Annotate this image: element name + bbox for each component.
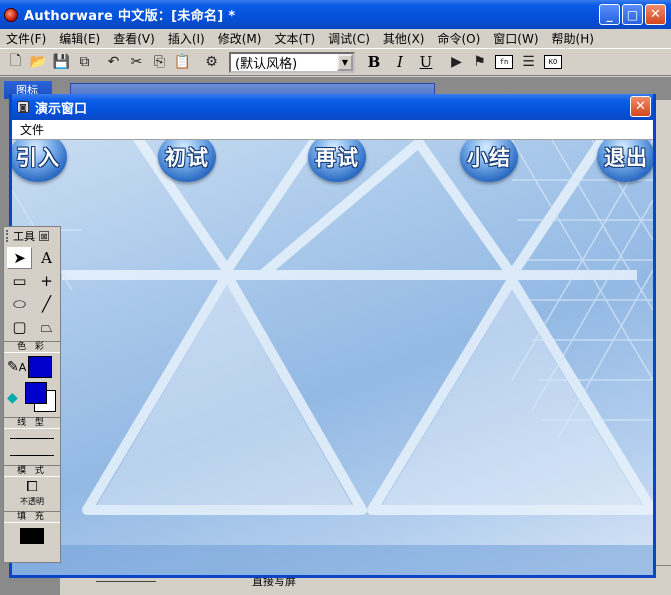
stroke-color-swatch[interactable] — [28, 356, 53, 378]
tools-grid: ➤ A ▭ + ⬭ ╱ ▢ ⏢ — [4, 245, 60, 340]
line-style-section-label: 线 型 — [4, 417, 60, 429]
presentation-menu-file[interactable]: 文件 — [20, 121, 44, 138]
nav-first-try-label: 初试 — [165, 146, 209, 170]
menu-help[interactable]: 帮助(H) — [549, 30, 597, 47]
app-title: Authorware 中文版：[未命名] * — [24, 9, 236, 24]
presentation-stage: 引入 初试 再试 小结 退出 — [12, 140, 653, 575]
presentation-window: ◙ 演示窗口 ✕ 文件 引入 初试 再试 小结 退出 — [9, 94, 656, 578]
background-scrollbar[interactable] — [655, 100, 671, 580]
tools-palette: 工具 ⊠ ➤ A ▭ + ⬭ ╱ ▢ ⏢ 色 彩 ✎ A ◆ 线 型 模 式 ⧠… — [3, 226, 61, 563]
rounded-rectangle-tool-icon[interactable]: ▢ — [7, 316, 32, 338]
cut-icon[interactable]: ✂ — [125, 51, 148, 73]
window-controls: _ □ ✕ — [599, 4, 666, 25]
tools-palette-header[interactable]: 工具 ⊠ — [4, 227, 60, 245]
menu-insert[interactable]: 插入(I) — [165, 30, 208, 47]
nav-summary-label: 小结 — [467, 146, 511, 170]
close-button[interactable]: ✕ — [645, 4, 666, 25]
import-icon[interactable]: ⧉ — [73, 51, 96, 73]
paste-icon[interactable]: 📋 — [171, 51, 194, 73]
variables-icon[interactable]: ☰ — [517, 51, 540, 73]
find-icon[interactable]: ⚙ — [200, 51, 223, 73]
nav-intro-label: 引入 — [16, 146, 60, 170]
control-panel-icon[interactable]: ⚑ — [468, 51, 491, 73]
rectangle-tool-icon[interactable]: ▭ — [7, 270, 32, 292]
divider — [96, 581, 156, 582]
menu-text[interactable]: 文本(T) — [271, 30, 318, 47]
presentation-title-bar[interactable]: ◙ 演示窗口 ✕ — [12, 94, 653, 120]
fill-pattern-swatch[interactable] — [20, 528, 44, 544]
new-file-icon[interactable]: 🗋 — [4, 51, 27, 73]
triangle-background — [12, 140, 653, 575]
undo-icon[interactable]: ↶ — [102, 51, 125, 73]
line-tool-icon[interactable]: ╱ — [34, 293, 59, 315]
crosshair-tool-icon[interactable]: + — [34, 270, 59, 292]
menu-debug[interactable]: 调试(C) — [325, 30, 373, 47]
menu-command[interactable]: 命令(O) — [434, 30, 483, 47]
toolbar: 🗋 📂 💾 ⧉ ↶ ✂ ⎘ 📋 ⚙ (默认风格) ▼ B I U ▶ ⚑ fn … — [0, 48, 671, 76]
text-tool-icon[interactable]: A — [34, 247, 59, 269]
app-title-bar: Authorware 中文版：[未命名] * _ □ ✕ — [0, 0, 671, 29]
menu-modify[interactable]: 修改(M) — [215, 30, 265, 47]
nav-retry-label: 再试 — [315, 146, 359, 170]
menu-view[interactable]: 查看(V) — [110, 30, 158, 47]
minimize-button[interactable]: _ — [599, 4, 620, 25]
copy-icon[interactable]: ⎘ — [148, 51, 171, 73]
italic-button[interactable]: I — [387, 51, 413, 73]
pencil-icon[interactable]: ✎ — [7, 359, 19, 375]
menu-edit[interactable]: 编辑(E) — [56, 30, 103, 47]
mode-section-label: 模 式 — [4, 465, 60, 477]
fill-color-row: ◆ — [4, 380, 60, 416]
knowledge-objects-button[interactable]: KO — [544, 55, 562, 69]
open-file-icon[interactable]: 📂 — [27, 51, 50, 73]
tools-palette-title: 工具 — [13, 230, 35, 243]
maximize-button[interactable]: □ — [622, 4, 643, 25]
opaque-mode-icon: ⧠ — [26, 479, 38, 495]
save-all-icon[interactable]: 💾 — [50, 51, 73, 73]
functions-button[interactable]: fn — [495, 55, 513, 69]
colors-section-label: 色 彩 — [4, 341, 60, 353]
menu-file[interactable]: 文件(F) — [3, 30, 49, 47]
tools-close-icon[interactable]: ⊠ — [39, 231, 49, 241]
presentation-title: 演示窗口 — [35, 101, 88, 117]
window-icon: ◙ — [17, 101, 29, 113]
menubar: 文件(F) 编辑(E) 查看(V) 插入(I) 修改(M) 文本(T) 调试(C… — [0, 29, 671, 48]
text-style-select[interactable]: (默认风格) ▼ — [229, 51, 355, 73]
mode-selector[interactable]: ⧠ 不透明 — [4, 478, 60, 510]
fill-section-label: 填 充 — [4, 511, 60, 523]
mode-value: 不透明 — [20, 497, 44, 506]
menu-window[interactable]: 窗口(W) — [490, 30, 541, 47]
text-style-value: (默认风格) — [235, 56, 298, 72]
presentation-close-button[interactable]: ✕ — [630, 96, 651, 117]
paint-bucket-icon[interactable]: ◆ — [7, 390, 18, 406]
nav-exit-label: 退出 — [604, 146, 648, 170]
line-style-current[interactable] — [10, 455, 54, 456]
line-style-thin[interactable] — [10, 438, 54, 439]
chevron-down-icon[interactable]: ▼ — [337, 53, 353, 71]
drag-handle-icon[interactable] — [6, 230, 10, 242]
underline-button[interactable]: U — [413, 51, 439, 73]
polygon-tool-icon[interactable]: ⏢ — [34, 316, 59, 338]
run-icon[interactable]: ▶ — [445, 51, 468, 73]
bold-button[interactable]: B — [361, 51, 387, 73]
pointer-tool-icon[interactable]: ➤ — [7, 247, 32, 269]
menu-other[interactable]: 其他(X) — [380, 30, 428, 47]
ellipse-tool-icon[interactable]: ⬭ — [7, 293, 32, 315]
presentation-menubar: 文件 — [12, 120, 653, 140]
foreground-color-swatch[interactable] — [25, 382, 47, 404]
authorware-logo-icon — [4, 7, 18, 22]
text-color-icon[interactable]: A — [19, 361, 27, 374]
stroke-color-row: ✎ A — [4, 354, 60, 380]
